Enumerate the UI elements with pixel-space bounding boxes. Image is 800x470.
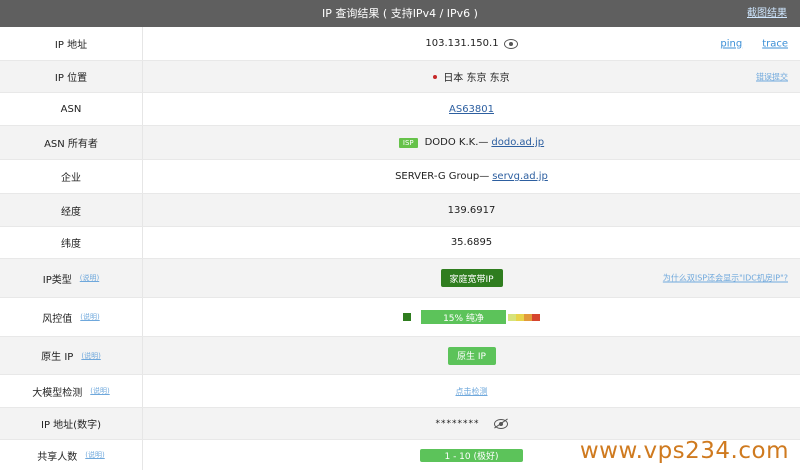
row-label: 纬度 <box>0 227 143 258</box>
row-value: 日本 东京 东京 <box>143 61 800 92</box>
label-text: 共享人数 <box>37 451 78 463</box>
row-label: IP 地址 <box>0 27 143 60</box>
location-value: 日本 东京 东京 <box>443 73 510 84</box>
label-text: IP类型 <box>42 274 72 286</box>
label-text: 企业 <box>61 173 81 184</box>
label-text: IP 地址 <box>54 40 88 51</box>
latitude-value: 35.6895 <box>450 237 493 248</box>
row-label: 原生 IP (说明) <box>0 337 143 374</box>
row-label: ASN <box>0 93 143 125</box>
eye-off-icon[interactable] <box>493 418 508 429</box>
row-ip-address: IP 地址 103.131.150.1 ping trace <box>0 27 800 61</box>
row-value: AS63801 <box>143 93 800 125</box>
report-error-link[interactable]: 错误提交 <box>756 71 788 82</box>
label-text: 风控值 <box>42 313 73 325</box>
row-value: ISP DODO K.K.— dodo.ad.jp <box>143 126 800 159</box>
ip-numeric-value: ******** <box>435 418 480 429</box>
result-title: IP 查询结果 ( 支持IPv4 / IPv6 ) <box>322 7 478 20</box>
risk-scale-segment <box>524 313 532 321</box>
row-value: 103.131.150.1 <box>143 27 800 60</box>
risk-meter: 15% 纯净 <box>403 310 540 324</box>
company-name: SERVER-G Group— <box>395 171 490 182</box>
ip-type-badge: 家庭宽带IP <box>440 269 503 287</box>
isp-badge: ISP <box>398 137 418 148</box>
ip-address-value: 103.131.150.1 <box>425 38 499 49</box>
trace-link[interactable]: trace <box>762 38 788 49</box>
label-text: 大模型检测 <box>32 387 83 399</box>
risk-scale <box>508 313 540 321</box>
help-link[interactable]: (说明) <box>80 312 99 322</box>
row-value: 点击检测 <box>143 375 800 407</box>
row-company: 企业 SERVER-G Group— servg.ad.jp <box>0 160 800 194</box>
row-value: SERVER-G Group— servg.ad.jp <box>143 160 800 193</box>
row-ip-location: IP 位置 日本 东京 东京 错误提交 <box>0 61 800 93</box>
row-label: 风控值 (说明) <box>0 298 143 336</box>
row-native-ip: 原生 IP (说明) 原生 IP <box>0 337 800 375</box>
row-label: IP 位置 <box>0 61 143 92</box>
row-value: 139.6917 <box>143 194 800 226</box>
risk-scale-segment <box>508 313 516 321</box>
label-text: ASN 所有者 <box>44 139 98 150</box>
asn-link[interactable]: AS63801 <box>449 104 494 115</box>
help-link[interactable]: (说明) <box>90 386 109 396</box>
row-asn: ASN AS63801 <box>0 93 800 126</box>
row-ip-numeric: IP 地址(数字) ******** <box>0 408 800 440</box>
label-text: 经度 <box>61 206 81 218</box>
row-label: IP类型 (说明) <box>0 259 143 297</box>
asn-owner-domain-link[interactable]: dodo.ad.jp <box>491 137 544 148</box>
row-value: 15% 纯净 <box>143 298 800 336</box>
row-label: 大模型检测 (说明) <box>0 375 143 407</box>
result-table: IP 地址 103.131.150.1 ping trace IP 位置 日本 东… <box>0 27 800 470</box>
asn-owner-name: DODO K.K.— <box>424 137 489 148</box>
native-ip-badge: 原生 IP <box>447 346 496 365</box>
risk-low-marker <box>403 313 411 321</box>
row-value: 35.6895 <box>143 227 800 258</box>
row-actions: ping trace <box>720 38 788 49</box>
label-text: ASN <box>60 103 82 115</box>
ping-link[interactable]: ping <box>720 38 742 49</box>
label-text: IP 地址(数字) <box>41 420 101 431</box>
row-value: 原生 IP <box>143 337 800 374</box>
help-link[interactable]: (说明) <box>85 450 104 460</box>
label-text: IP 位置 <box>54 73 88 84</box>
row-asn-owner: ASN 所有者 ISP DODO K.K.— dodo.ad.jp <box>0 126 800 160</box>
risk-scale-segment <box>532 313 540 321</box>
japan-flag-icon <box>433 74 438 79</box>
row-risk-score: 风控值 (说明) 15% 纯净 <box>0 298 800 337</box>
watermark: www.vps234.com <box>579 438 789 464</box>
company-domain-link[interactable]: servg.ad.jp <box>492 171 548 182</box>
row-latitude: 纬度 35.6895 <box>0 227 800 259</box>
help-link[interactable]: (说明) <box>80 273 99 283</box>
longitude-value: 139.6917 <box>447 204 496 216</box>
row-label: IP 地址(数字) <box>0 408 143 439</box>
risk-scale-segment <box>516 313 524 321</box>
dual-isp-question-link[interactable]: 为什么双ISP还会显示"IDC机房IP"? <box>663 273 788 284</box>
eye-icon[interactable] <box>503 38 518 49</box>
row-value: ******** <box>143 408 800 439</box>
row-label: 经度 <box>0 194 143 226</box>
label-text: 纬度 <box>61 239 81 250</box>
row-label: 共享人数 (说明) <box>0 440 143 470</box>
risk-score-bar: 15% 纯净 <box>421 310 506 324</box>
row-label: ASN 所有者 <box>0 126 143 159</box>
screenshot-link[interactable]: 截图结果 <box>747 0 787 27</box>
row-ip-type: IP类型 (说明) 家庭宽带IP 为什么双ISP还会显示"IDC机房IP"? <box>0 259 800 298</box>
row-label: 企业 <box>0 160 143 193</box>
click-detect-link[interactable]: 点击检测 <box>456 386 488 397</box>
label-text: 原生 IP <box>41 352 74 363</box>
result-header: IP 查询结果 ( 支持IPv4 / IPv6 ) 截图结果 <box>0 0 800 27</box>
row-ai-detect: 大模型检测 (说明) 点击检测 <box>0 375 800 408</box>
row-longitude: 经度 139.6917 <box>0 194 800 227</box>
help-link[interactable]: (说明) <box>81 351 100 361</box>
shared-users-badge: 1 - 10 (极好) <box>420 448 523 462</box>
